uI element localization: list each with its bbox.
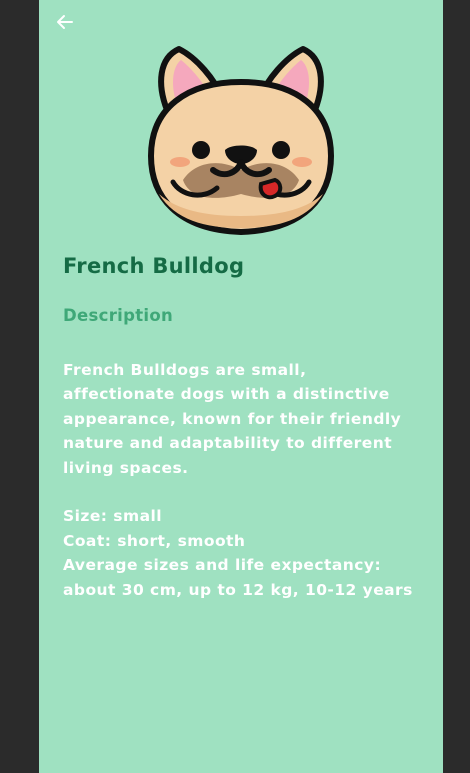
- breed-detail-screen: French Bulldog Description French Bulldo…: [39, 0, 443, 773]
- description-line: living spaces.: [63, 458, 189, 477]
- french-bulldog-face-icon: [147, 46, 335, 236]
- description-line: French Bulldogs are small,: [63, 361, 307, 379]
- back-button[interactable]: [53, 10, 77, 34]
- description-line: appearance, known for their friendly: [63, 409, 402, 428]
- device-frame: French Bulldog Description French Bulldo…: [0, 0, 470, 773]
- arrow-left-icon: [57, 15, 73, 29]
- description-body: French Bulldogs are small, affectionate …: [63, 358, 435, 602]
- description-line: nature and adaptability to different: [63, 434, 393, 453]
- measurements-detail-label: Average sizes and life expectancy:: [63, 556, 382, 575]
- size-detail: Size: small: [63, 507, 163, 526]
- description-line: affectionate dogs with a distinctive: [63, 385, 390, 404]
- coat-detail: Coat: short, smooth: [63, 531, 246, 550]
- breed-name-title: French Bulldog: [63, 254, 245, 278]
- description-heading: Description: [63, 306, 174, 325]
- measurements-detail-value: about 30 cm, up to 12 kg, 10-12 years: [63, 580, 413, 599]
- breed-image: [145, 44, 337, 238]
